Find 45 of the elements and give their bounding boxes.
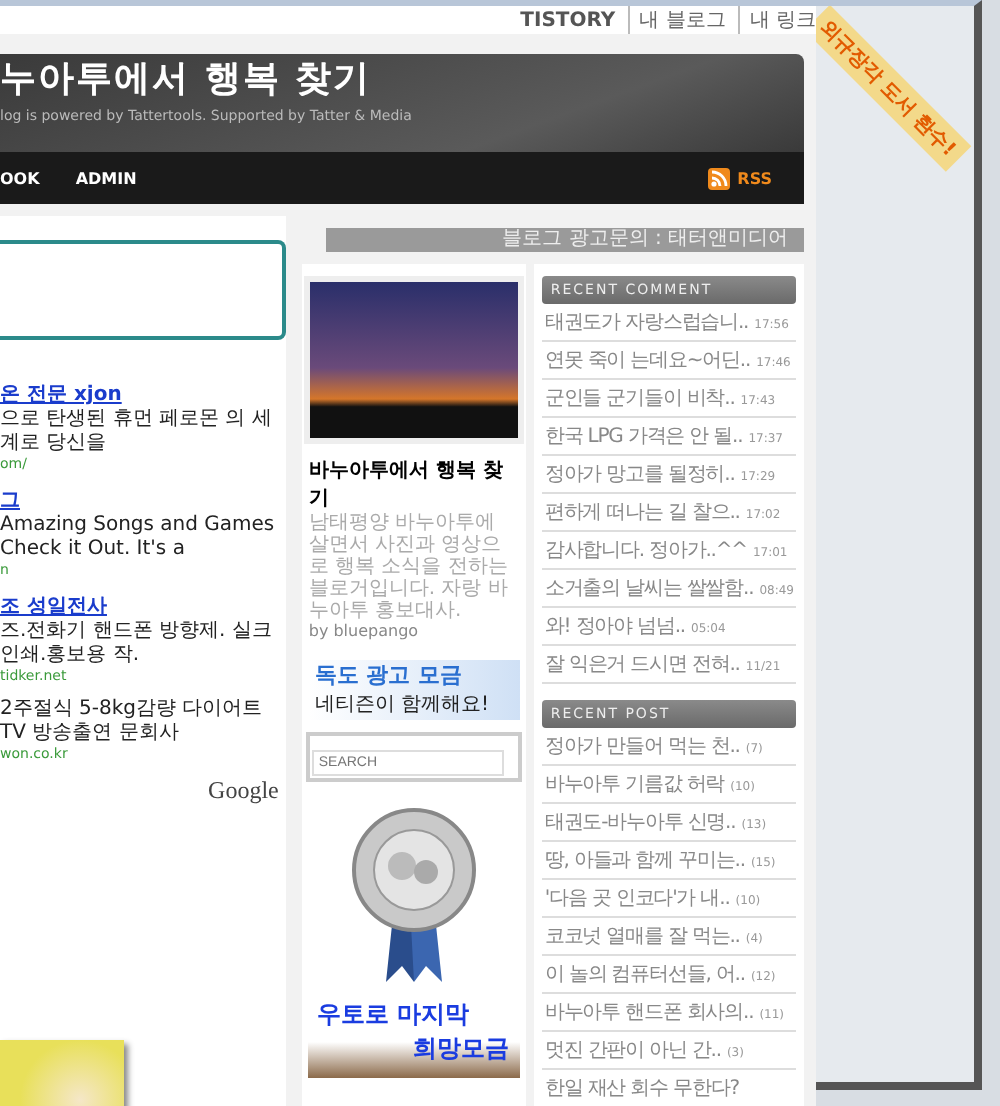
post-link[interactable]: 한일 재산 회수 무한다? <box>544 1074 739 1102</box>
utoro-banner[interactable]: 우토로 마지막 희망모금 <box>308 998 521 1078</box>
ad-banner[interactable]: 블로그 광고문의 : 태터앤미디어 <box>326 228 804 252</box>
post-link[interactable]: '다음 곳 인코다'가 내.. <box>544 884 730 912</box>
banner-title: 희망모금 <box>412 1032 511 1066</box>
banner-subtitle: 네티즌이 함께해요! <box>314 692 492 718</box>
topbar-link[interactable]: 내 블로그 <box>627 6 726 34</box>
tistory-logo[interactable]: TISTORY <box>520 9 616 31</box>
post-link[interactable]: 이 놀의 컴퓨터선들, 어.. <box>544 960 745 988</box>
comment-link[interactable]: 한국 LPG 가격은 안 될.. <box>544 422 743 450</box>
comment-link[interactable]: 잘 익은거 드시면 전혀.. <box>544 650 740 678</box>
profile-description: 남태평양 바누아투에 살면서 사진과 영상으로 행복 소식을 전하는 블로거입니다. 자랑 바누아투 홍보대사. <box>308 512 510 622</box>
nav-link[interactable]: OOK <box>0 169 40 187</box>
photo-placeholder <box>0 1040 124 1106</box>
profile-title: 바누아투에서 행복 찾기 <box>308 458 505 512</box>
post-link[interactable]: 정아가 만들어 먹는 천.. <box>544 732 740 760</box>
blog-title[interactable]: 누아투에서 행복 찾기 <box>0 54 804 102</box>
ad-description: 즈.전화기 핸드폰 방향제. 실크인쇄.홍보용 작. <box>0 620 274 668</box>
comment-link[interactable]: 소거출의 날씨는 쌀쌀함.. <box>544 574 754 602</box>
ad-link[interactable]: 조 성일전사 <box>0 592 279 620</box>
comment-link[interactable]: 군인들 군기들이 비착.. <box>544 384 735 412</box>
nav-link[interactable]: ADMIN <box>75 169 137 187</box>
google-label: Google <box>208 776 279 806</box>
comment-link[interactable]: 편하게 떠나는 길 찰으.. <box>544 498 740 526</box>
rss-link[interactable]: RSS <box>737 169 772 187</box>
ad-description: 2주절식 5-8kg감량 다이어트 TV 방송출연 문회사 <box>0 698 265 746</box>
ad-link[interactable]: 그 <box>0 486 279 514</box>
ad-description: 으로 탄생된 휴먼 페로몬 의 세계로 당신을 <box>0 408 274 456</box>
profile-author: by bluepango <box>308 622 421 640</box>
post-link[interactable]: 멋진 간판이 아닌 간.. <box>544 1036 721 1064</box>
comment-link[interactable]: 태권도가 자랑스럽습니.. <box>544 308 749 336</box>
post-link[interactable]: 태권도-바누아투 신명.. <box>544 808 736 836</box>
comment-link[interactable]: 연못 죽이 는데요~어딘.. <box>544 346 751 374</box>
post-link[interactable]: 바누아투 핸드폰 회사의.. <box>544 998 754 1026</box>
rss-icon[interactable] <box>707 167 730 189</box>
ad-description: Amazing Songs and Games Check it Out. It's a <box>0 514 277 562</box>
post-link[interactable]: 바누아투 기름값 허락 <box>544 770 725 798</box>
post-link[interactable]: 코코넛 열매를 잘 먹는.. <box>544 922 740 950</box>
ad-link[interactable]: 온 전문 xjon <box>0 380 279 408</box>
comment-link[interactable]: 감사합니다. 정아가..^^ <box>544 536 747 564</box>
comment-link[interactable]: 정아가 망고를 될정히.. <box>544 460 735 488</box>
banner-title: 독도 광고 모금 <box>314 660 465 690</box>
comment-link[interactable]: 와! 정아야 넘넘.. <box>544 612 685 640</box>
post-link[interactable]: 땅, 아들과 함께 꾸미는.. <box>544 846 745 874</box>
banner-title: 우토로 마지막 <box>316 998 472 1032</box>
